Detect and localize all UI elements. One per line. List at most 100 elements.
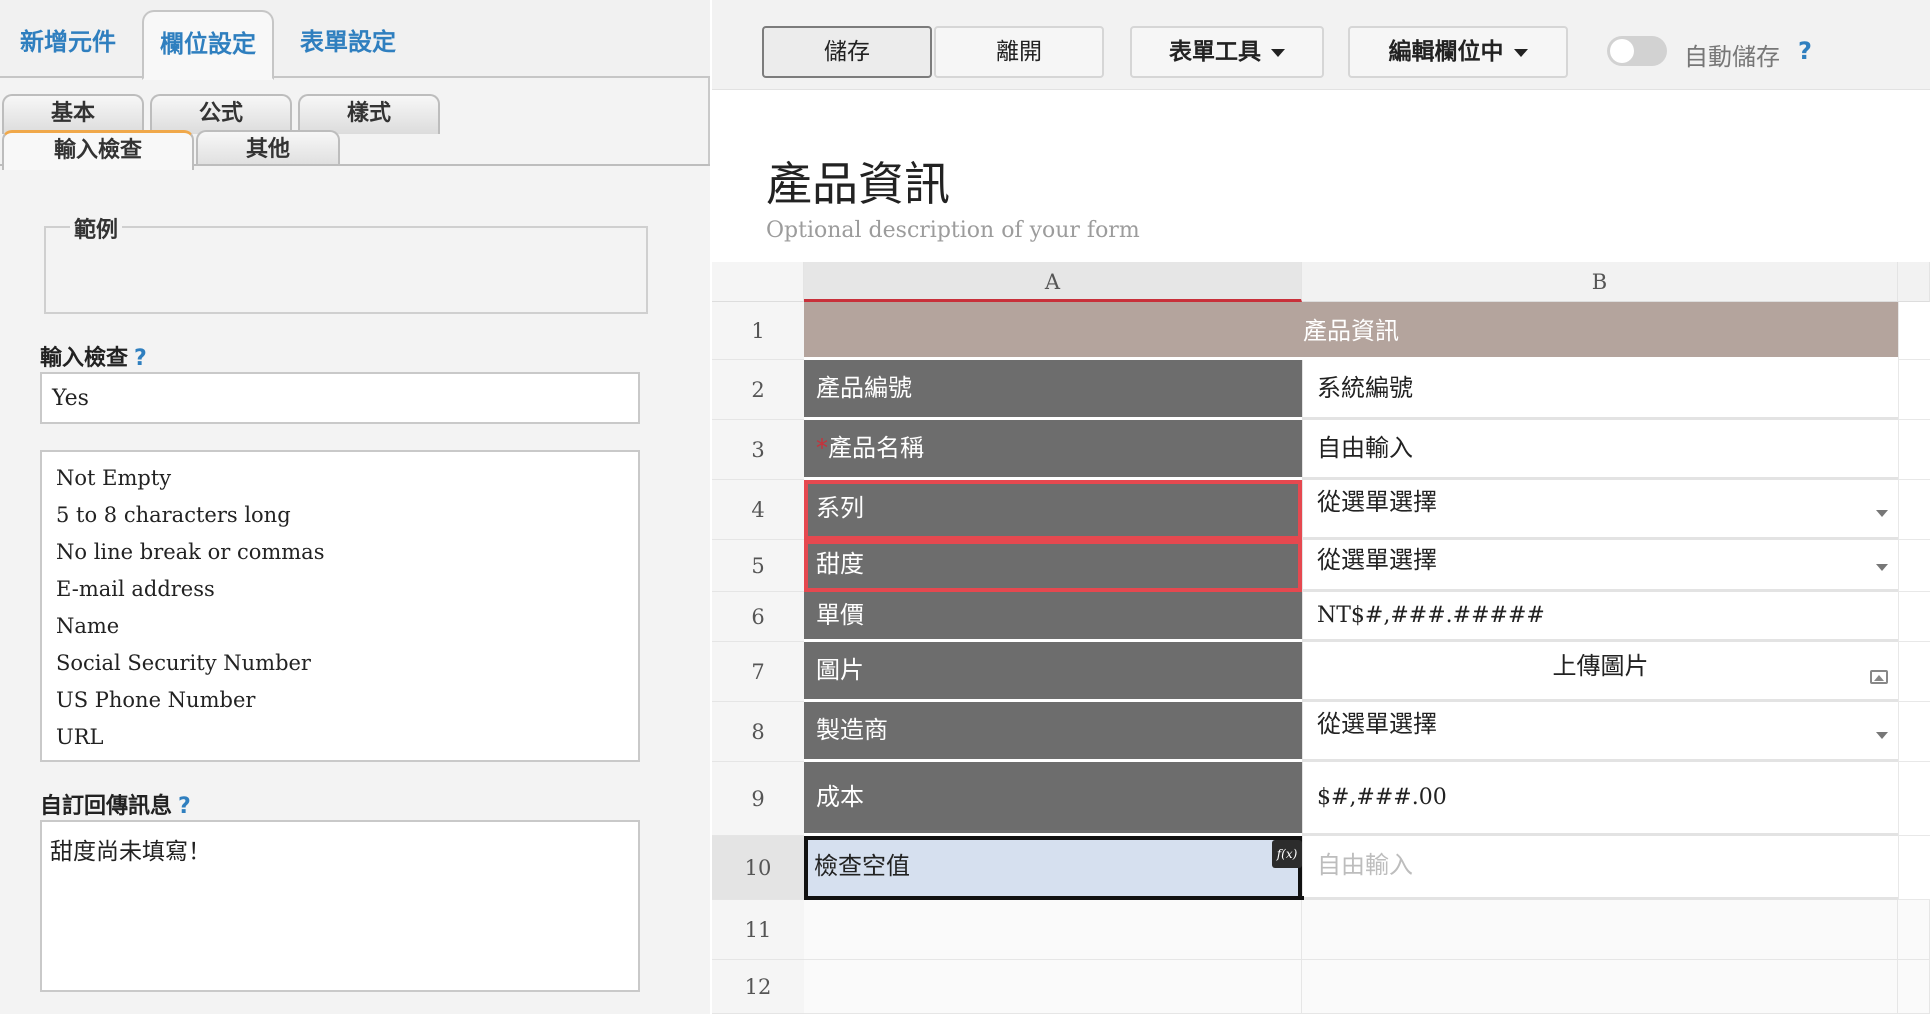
grid-cell[interactable] — [1898, 480, 1930, 540]
save-button[interactable]: 儲存 — [762, 26, 932, 78]
value-cell[interactable]: 自由輸入 — [1302, 836, 1898, 900]
form-tools-button[interactable]: 表單工具 — [1130, 26, 1324, 78]
autosave-toggle[interactable] — [1607, 36, 1667, 66]
tab-field-settings[interactable]: 欄位設定 — [142, 10, 274, 80]
grid-cell[interactable] — [1898, 836, 1930, 900]
row-number[interactable]: 10 — [712, 836, 804, 900]
image-icon[interactable] — [1870, 670, 1888, 684]
grid-cell[interactable] — [1898, 960, 1930, 1014]
grid-corner — [712, 262, 804, 302]
grid-cell[interactable] — [1898, 900, 1930, 960]
row-number[interactable]: 5 — [712, 540, 804, 592]
tab-form-settings[interactable]: 表單設定 — [284, 20, 412, 78]
upload-image-cell[interactable]: 上傳圖片 — [1302, 642, 1898, 702]
top-tab-bar: 新增元件 欄位設定 表單設定 — [0, 0, 710, 80]
tab-add-element[interactable]: 新增元件 — [4, 20, 132, 78]
dropdown-value: 從選單選擇 — [1317, 488, 1437, 516]
rule-item[interactable]: US Phone Number — [56, 682, 624, 719]
editing-fields-button[interactable]: 編輯欄位中 — [1348, 26, 1568, 78]
subtab-style[interactable]: 樣式 — [298, 94, 440, 134]
row-number[interactable]: 6 — [712, 592, 804, 642]
validation-help-icon[interactable]: ? — [134, 346, 147, 371]
label-text: 產品名稱 — [828, 434, 924, 462]
example-fieldset: 範例 — [44, 212, 648, 314]
row-number[interactable]: 8 — [712, 702, 804, 762]
subtab-basic[interactable]: 基本 — [2, 94, 144, 134]
dropdown-cell[interactable]: 從選單選擇 — [1302, 480, 1898, 540]
dropdown-arrow-icon[interactable] — [1876, 564, 1888, 571]
label-cell[interactable]: 單價 — [804, 592, 1302, 642]
row-number[interactable]: 12 — [712, 960, 804, 1014]
label-cell[interactable]: 製造商 — [804, 702, 1302, 762]
subtab-validation[interactable]: 輸入檢查 — [2, 130, 194, 170]
row-number[interactable]: 3 — [712, 420, 804, 480]
validation-input[interactable]: Yes — [40, 372, 640, 424]
subtab-formula[interactable]: 公式 — [150, 94, 292, 134]
grid-cell[interactable] — [804, 900, 1302, 960]
rule-item[interactable]: E-mail address — [56, 571, 624, 608]
row-number[interactable]: 9 — [712, 762, 804, 836]
form-title[interactable]: 產品資訊 — [766, 148, 950, 214]
editor-toolbar: 儲存 離開 表單工具 編輯欄位中 自動儲存 ? — [712, 0, 1930, 90]
dropdown-value: 從選單選擇 — [1317, 546, 1437, 574]
row-number[interactable]: 1 — [712, 302, 804, 360]
value-cell[interactable]: NT$#,###.##### — [1302, 592, 1898, 642]
field-settings-panel: 新增元件 欄位設定 表單設定 基本 公式 樣式 輸入檢查 其他 範例 輸入檢查?… — [0, 0, 710, 1014]
dropdown-arrow-icon[interactable] — [1876, 510, 1888, 517]
dropdown-cell[interactable]: 從選單選擇 — [1302, 702, 1898, 762]
row-number[interactable]: 2 — [712, 360, 804, 420]
row-number[interactable]: 11 — [712, 900, 804, 960]
custom-message-textarea[interactable]: 甜度尚未填寫！ — [40, 820, 640, 992]
label-cell[interactable]: 圖片 — [804, 642, 1302, 702]
leave-button[interactable]: 離開 — [934, 26, 1104, 78]
chevron-down-icon — [1513, 48, 1528, 57]
custom-message-help-icon[interactable]: ? — [178, 794, 191, 819]
rule-item[interactable]: Name — [56, 608, 624, 645]
label-cell[interactable]: 系列 — [804, 480, 1302, 540]
form-tools-label: 表單工具 — [1169, 39, 1261, 65]
rule-item[interactable]: 5 to 8 characters long — [56, 497, 624, 534]
column-header-c[interactable] — [1898, 262, 1930, 302]
column-header-b[interactable]: B — [1302, 262, 1898, 302]
example-legend: 範例 — [70, 212, 123, 244]
form-grid: A B 1 產品資訊 2 產品編號 系統編號 3 *產品名稱 自由輸入 4 系列… — [712, 262, 1930, 1014]
grid-cell[interactable] — [1898, 540, 1930, 592]
grid-cell[interactable] — [1898, 360, 1930, 420]
grid-cell[interactable] — [1898, 642, 1930, 702]
value-cell[interactable]: 自由輸入 — [1302, 420, 1898, 480]
grid-cell[interactable] — [1898, 762, 1930, 836]
label-cell[interactable]: 甜度 — [804, 540, 1302, 592]
rule-item[interactable]: Not Empty — [56, 460, 624, 497]
toggle-knob — [1610, 39, 1634, 63]
grid-cell[interactable] — [1898, 592, 1930, 642]
required-mark: * — [816, 434, 828, 462]
grid-cell[interactable] — [1898, 302, 1930, 360]
help-icon[interactable]: ? — [1798, 37, 1812, 65]
chevron-down-icon — [1271, 48, 1285, 57]
dropdown-cell[interactable]: 從選單選擇 — [1302, 540, 1898, 592]
label-cell[interactable]: 成本 — [804, 762, 1302, 836]
dropdown-arrow-icon[interactable] — [1876, 732, 1888, 739]
form-editor: 儲存 離開 表單工具 編輯欄位中 自動儲存 ? 產品資訊 Optional de… — [712, 0, 1930, 1014]
selected-cell[interactable]: 檢查空值 — [804, 836, 1302, 900]
label-cell[interactable]: *產品名稱 — [804, 420, 1302, 480]
rule-item[interactable]: URL — [56, 719, 624, 756]
grid-cell[interactable] — [804, 960, 1302, 1014]
rule-item[interactable]: Social Security Number — [56, 645, 624, 682]
value-cell[interactable]: 系統編號 — [1302, 360, 1898, 420]
formula-icon[interactable]: f(x) — [1272, 840, 1302, 868]
form-description[interactable]: Optional description of your form — [766, 218, 1140, 243]
grid-cell[interactable] — [1302, 900, 1898, 960]
grid-cell[interactable] — [1898, 702, 1930, 762]
value-cell[interactable]: $#,###.00 — [1302, 762, 1898, 836]
section-header-cell[interactable]: 產品資訊 — [804, 302, 1898, 360]
rule-item[interactable]: No line break or commas — [56, 534, 624, 571]
grid-cell[interactable] — [1302, 960, 1898, 1014]
upload-image-label: 上傳圖片 — [1552, 652, 1649, 680]
row-number[interactable]: 7 — [712, 642, 804, 702]
grid-cell[interactable] — [1898, 420, 1930, 480]
column-header-a[interactable]: A — [804, 262, 1302, 302]
label-cell[interactable]: 產品編號 — [804, 360, 1302, 420]
row-number[interactable]: 4 — [712, 480, 804, 540]
validation-rule-list[interactable]: Not Empty 5 to 8 characters long No line… — [40, 450, 640, 762]
